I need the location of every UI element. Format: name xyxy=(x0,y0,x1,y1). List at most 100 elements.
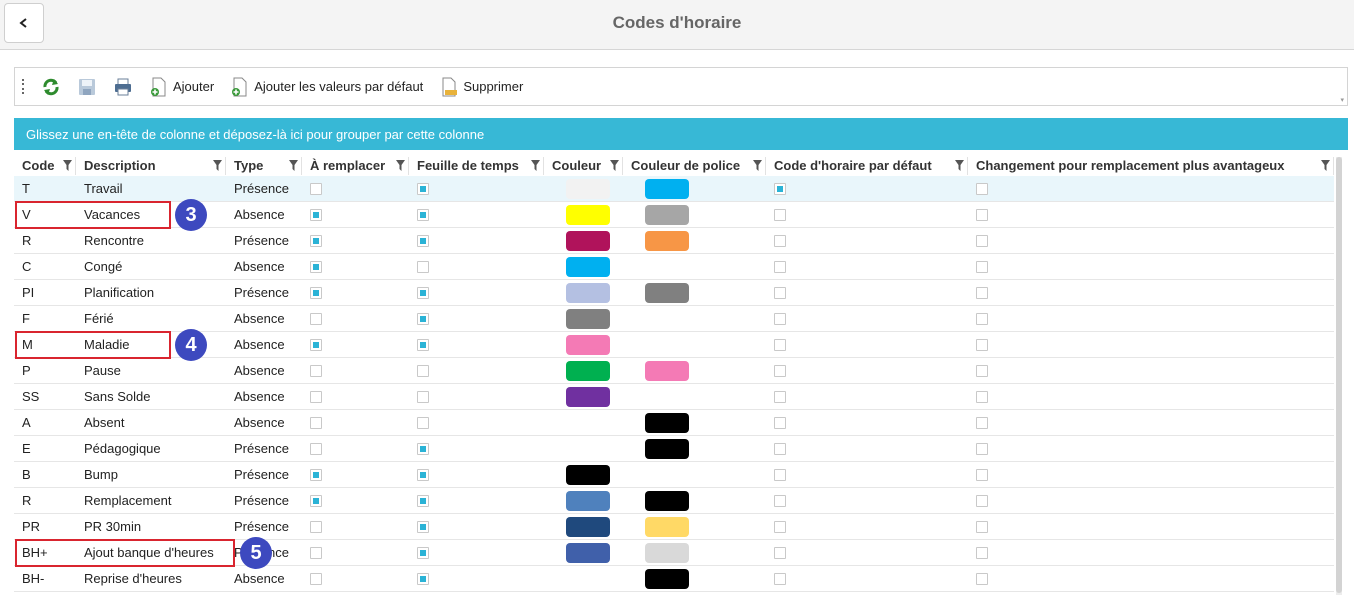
column-header-couleur[interactable]: Couleur xyxy=(544,157,623,175)
color-swatch-couleur-de-police[interactable] xyxy=(645,205,689,225)
checkbox-code-horaire-par-defaut[interactable] xyxy=(774,209,786,221)
cell-code[interactable]: BH- xyxy=(14,566,76,592)
column-header-a-remplacer[interactable]: À remplacer xyxy=(302,157,409,175)
checkbox-feuille-de-temps[interactable] xyxy=(417,573,429,585)
checkbox-a-remplacer[interactable] xyxy=(310,339,322,351)
checkbox-feuille-de-temps[interactable] xyxy=(417,469,429,481)
checkbox-a-remplacer[interactable] xyxy=(310,521,322,533)
checkbox-code-horaire-par-defaut[interactable] xyxy=(774,469,786,481)
filter-icon[interactable] xyxy=(213,160,222,171)
table-row[interactable]: A Absent Absence xyxy=(14,410,1334,436)
cell-description[interactable]: Rencontre xyxy=(76,228,226,254)
checkbox-a-remplacer[interactable] xyxy=(310,495,322,507)
filter-icon[interactable] xyxy=(531,160,540,171)
cell-code[interactable]: P xyxy=(14,358,76,384)
color-swatch-couleur[interactable] xyxy=(566,283,610,303)
checkbox-a-remplacer[interactable] xyxy=(310,573,322,585)
cell-type[interactable]: Absence xyxy=(226,306,302,332)
checkbox-a-remplacer[interactable] xyxy=(310,183,322,195)
column-header-type[interactable]: Type xyxy=(226,157,302,175)
cell-description[interactable]: Férié xyxy=(76,306,226,332)
cell-description[interactable]: Bump xyxy=(76,462,226,488)
checkbox-feuille-de-temps[interactable] xyxy=(417,365,429,377)
checkbox-feuille-de-temps[interactable] xyxy=(417,495,429,507)
cell-type[interactable]: Absence xyxy=(226,332,302,358)
checkbox-changement-remplacement[interactable] xyxy=(976,339,988,351)
cell-description[interactable]: PR 30min xyxy=(76,514,226,540)
checkbox-code-horaire-par-defaut[interactable] xyxy=(774,365,786,377)
checkbox-feuille-de-temps[interactable] xyxy=(417,443,429,455)
color-swatch-couleur-de-police[interactable] xyxy=(645,361,689,381)
cell-type[interactable]: Présence xyxy=(226,462,302,488)
color-swatch-couleur[interactable] xyxy=(566,205,610,225)
checkbox-a-remplacer[interactable] xyxy=(310,443,322,455)
table-row[interactable]: PR PR 30min Présence xyxy=(14,514,1334,540)
checkbox-feuille-de-temps[interactable] xyxy=(417,261,429,273)
checkbox-feuille-de-temps[interactable] xyxy=(417,209,429,221)
color-swatch-couleur-de-police[interactable] xyxy=(645,231,689,251)
checkbox-changement-remplacement[interactable] xyxy=(976,521,988,533)
cell-code[interactable]: M xyxy=(14,332,76,358)
cell-code[interactable]: PI xyxy=(14,280,76,306)
cell-code[interactable]: SS xyxy=(14,384,76,410)
cell-type[interactable]: Absence xyxy=(226,410,302,436)
color-swatch-couleur-de-police[interactable] xyxy=(645,413,689,433)
color-swatch-couleur-de-police[interactable] xyxy=(645,179,689,199)
checkbox-feuille-de-temps[interactable] xyxy=(417,235,429,247)
cell-description[interactable]: Pédagogique xyxy=(76,436,226,462)
table-row[interactable]: T Travail Présence xyxy=(14,176,1334,202)
cell-code[interactable]: C xyxy=(14,254,76,280)
table-row[interactable]: PI Planification Présence xyxy=(14,280,1334,306)
cell-description[interactable]: Reprise d'heures xyxy=(76,566,226,592)
checkbox-code-horaire-par-defaut[interactable] xyxy=(774,183,786,195)
cell-code[interactable]: T xyxy=(14,176,76,202)
checkbox-code-horaire-par-defaut[interactable] xyxy=(774,417,786,429)
cell-description[interactable]: Congé xyxy=(76,254,226,280)
column-header-code-horaire-par-defaut[interactable]: Code d'horaire par défaut xyxy=(766,157,968,175)
cell-description[interactable]: Sans Solde xyxy=(76,384,226,410)
cell-description[interactable]: Travail xyxy=(76,176,226,202)
checkbox-changement-remplacement[interactable] xyxy=(976,469,988,481)
table-row[interactable]: BH+Ajout banque d'heuresPrésence xyxy=(14,540,1334,566)
table-row[interactable]: C Congé Absence xyxy=(14,254,1334,280)
checkbox-changement-remplacement[interactable] xyxy=(976,209,988,221)
color-swatch-couleur-de-police[interactable] xyxy=(645,543,689,563)
checkbox-code-horaire-par-defaut[interactable] xyxy=(774,573,786,585)
color-swatch-couleur[interactable] xyxy=(566,465,610,485)
checkbox-code-horaire-par-defaut[interactable] xyxy=(774,261,786,273)
checkbox-a-remplacer[interactable] xyxy=(310,365,322,377)
color-swatch-couleur[interactable] xyxy=(566,309,610,329)
filter-icon[interactable] xyxy=(63,160,72,171)
checkbox-code-horaire-par-defaut[interactable] xyxy=(774,521,786,533)
checkbox-a-remplacer[interactable] xyxy=(310,547,322,559)
cell-code[interactable]: R xyxy=(14,228,76,254)
column-header-code[interactable]: Code xyxy=(14,157,76,175)
checkbox-changement-remplacement[interactable] xyxy=(976,417,988,429)
color-swatch-couleur[interactable] xyxy=(566,335,610,355)
cell-code[interactable]: E xyxy=(14,436,76,462)
table-row[interactable]: SS Sans Solde Absence xyxy=(14,384,1334,410)
checkbox-changement-remplacement[interactable] xyxy=(976,547,988,559)
checkbox-changement-remplacement[interactable] xyxy=(976,443,988,455)
cell-code[interactable]: F xyxy=(14,306,76,332)
table-row[interactable]: P Pause Absence xyxy=(14,358,1334,384)
checkbox-changement-remplacement[interactable] xyxy=(976,391,988,403)
checkbox-changement-remplacement[interactable] xyxy=(976,261,988,273)
table-row[interactable]: R Rencontre Présence xyxy=(14,228,1334,254)
checkbox-a-remplacer[interactable] xyxy=(310,313,322,325)
checkbox-changement-remplacement[interactable] xyxy=(976,235,988,247)
checkbox-a-remplacer[interactable] xyxy=(310,235,322,247)
color-swatch-couleur[interactable] xyxy=(566,517,610,537)
checkbox-feuille-de-temps[interactable] xyxy=(417,417,429,429)
filter-icon[interactable] xyxy=(289,160,298,171)
color-swatch-couleur[interactable] xyxy=(566,543,610,563)
checkbox-code-horaire-par-defaut[interactable] xyxy=(774,443,786,455)
cell-description[interactable]: Ajout banque d'heures xyxy=(76,540,226,566)
checkbox-changement-remplacement[interactable] xyxy=(976,573,988,585)
cell-description[interactable]: Absent xyxy=(76,410,226,436)
checkbox-code-horaire-par-defaut[interactable] xyxy=(774,547,786,559)
cell-description[interactable]: Pause xyxy=(76,358,226,384)
filter-icon[interactable] xyxy=(610,160,619,171)
table-row[interactable]: E Pédagogique Présence xyxy=(14,436,1334,462)
checkbox-a-remplacer[interactable] xyxy=(310,261,322,273)
